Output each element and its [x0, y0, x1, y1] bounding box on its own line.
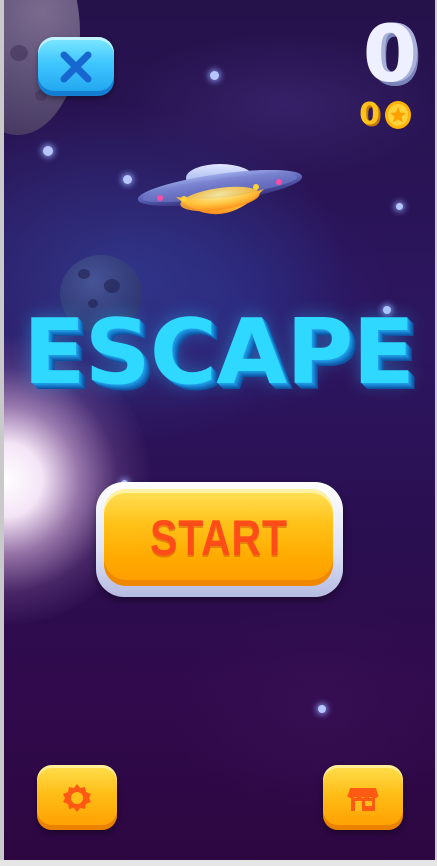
- coin-icon: [385, 101, 411, 129]
- game-screen: 0 0 ESCAPE START: [0, 0, 437, 866]
- shop-button[interactable]: [323, 765, 403, 830]
- start-button-face[interactable]: START: [104, 489, 333, 586]
- star: [210, 71, 219, 80]
- coin-count: 0: [359, 97, 380, 132]
- gear-icon: [63, 783, 91, 812]
- coin-counter: 0: [359, 98, 412, 132]
- ufo-icon: [137, 164, 303, 215]
- star: [396, 203, 403, 210]
- star: [123, 175, 132, 184]
- shop-icon: [347, 787, 379, 811]
- start-button-label: START: [149, 509, 288, 566]
- game-title: ESCAPE: [22, 300, 415, 405]
- close-icon: [60, 51, 92, 82]
- star: [43, 146, 53, 156]
- frame-edge: [0, 0, 4, 866]
- settings-button[interactable]: [37, 765, 117, 830]
- star: [318, 705, 326, 713]
- close-button[interactable]: [38, 37, 114, 96]
- start-button[interactable]: START: [96, 482, 343, 597]
- frame-edge: [0, 860, 437, 866]
- score-counter: 0: [362, 10, 417, 100]
